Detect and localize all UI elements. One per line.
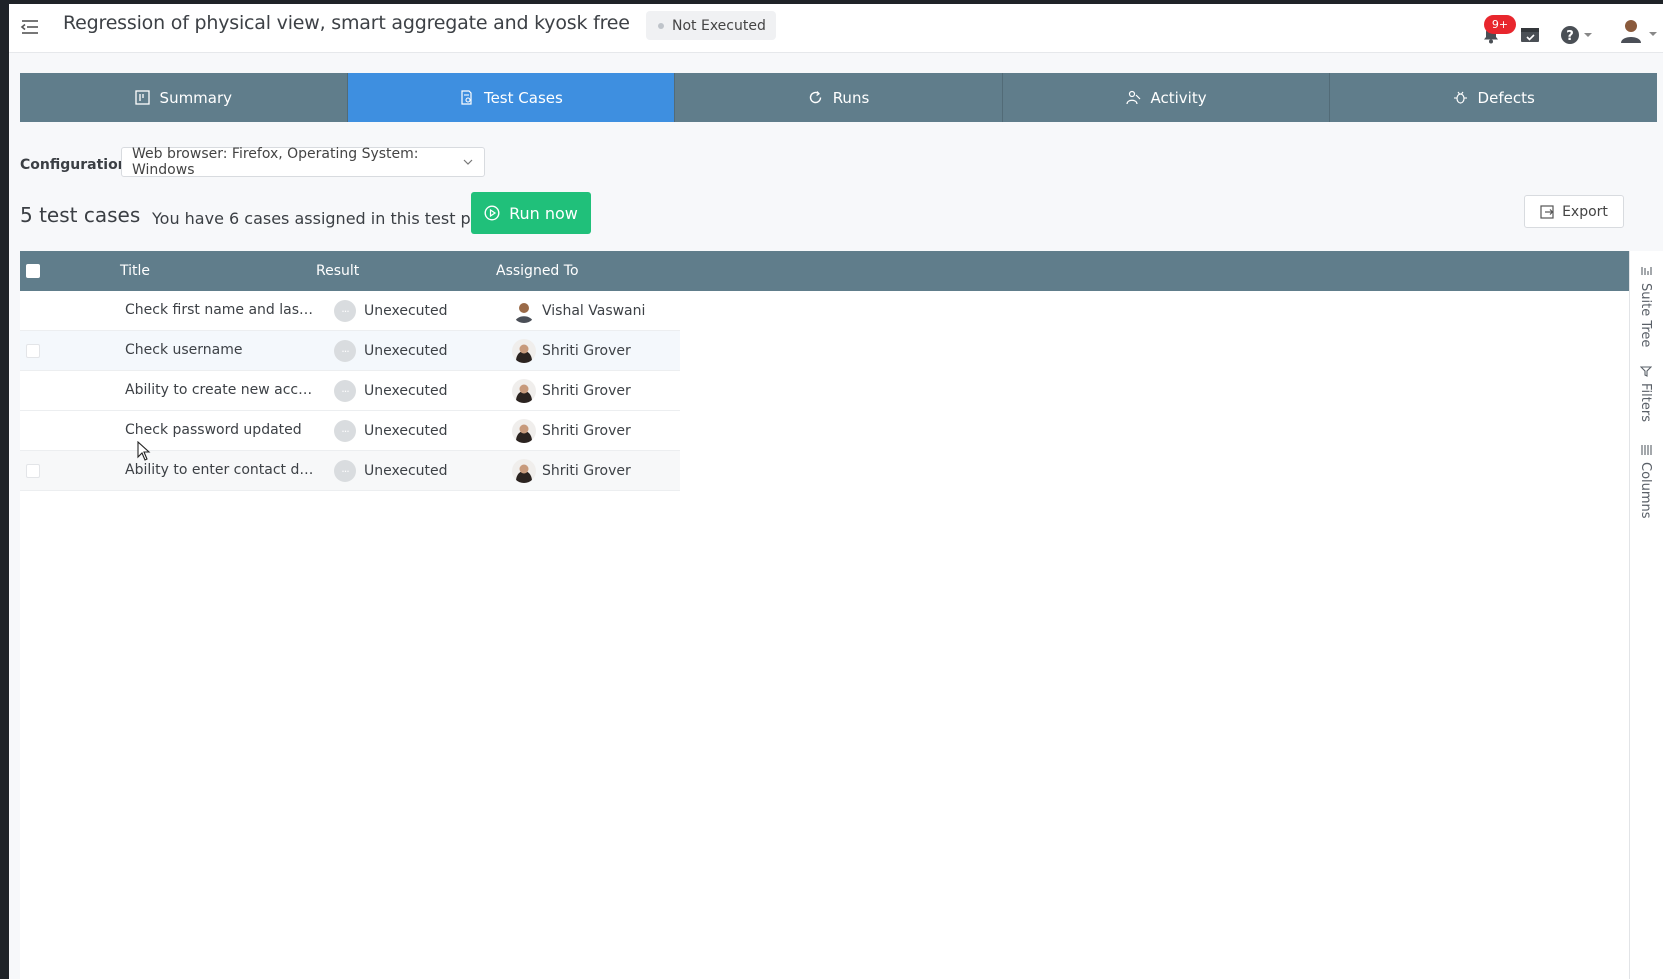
assignee-name: Shriti Grover	[542, 383, 631, 399]
avatar	[512, 379, 536, 403]
menu-toggle-icon[interactable]	[19, 16, 41, 38]
side-tab-label: Columns	[1638, 462, 1653, 519]
avatar	[512, 459, 536, 483]
column-header-assigned-to[interactable]: Assigned To	[496, 263, 579, 279]
tab-bar: Summary Test Cases Runs Activity Defects	[20, 73, 1657, 122]
avatar	[512, 299, 536, 323]
assignee-name: Vishal Vaswani	[542, 303, 646, 319]
unexecuted-status-icon: ···	[334, 380, 356, 402]
row-checkbox[interactable]	[26, 344, 40, 358]
status-text: Not Executed	[672, 17, 766, 34]
tab-label: Activity	[1150, 88, 1207, 107]
table-row[interactable]: Check username ··· Unexecuted Shriti Grov…	[20, 331, 680, 371]
configurations-label: Configurations	[20, 157, 136, 173]
bug-icon	[1453, 91, 1467, 104]
assignee-name: Shriti Grover	[542, 463, 631, 479]
row-result: ··· Unexecuted	[334, 460, 448, 482]
refresh-icon	[809, 91, 821, 104]
run-now-button[interactable]: Run now	[471, 192, 591, 234]
side-tab-suite-tree[interactable]: Suite Tree	[1638, 265, 1653, 347]
tab-summary[interactable]: Summary	[20, 73, 348, 122]
table-row[interactable]: Ability to enter contact de... ··· Unexec…	[20, 451, 680, 491]
result-text: Unexecuted	[364, 383, 448, 399]
row-title[interactable]: Check first name and last ...	[125, 302, 315, 318]
side-tab-columns[interactable]: Columns	[1638, 444, 1653, 519]
activity-icon	[1125, 90, 1140, 105]
tree-icon	[1640, 267, 1652, 275]
side-tab-label: Filters	[1638, 383, 1653, 422]
run-now-label: Run now	[509, 203, 578, 223]
status-badge: Not Executed	[646, 11, 776, 40]
row-title[interactable]: Ability to enter contact de...	[125, 462, 315, 478]
side-tool-panel: Suite Tree Filters Columns	[1629, 251, 1663, 979]
calendar-check-icon[interactable]	[1520, 26, 1540, 47]
row-assignee: Vishal Vaswani	[512, 299, 645, 323]
unexecuted-status-icon: ···	[334, 460, 356, 482]
select-all-checkbox[interactable]	[26, 264, 40, 278]
avatar	[512, 339, 536, 363]
play-circle-icon	[484, 205, 500, 221]
row-title[interactable]: Check password updated	[125, 422, 315, 438]
column-header-result[interactable]: Result	[316, 263, 359, 279]
side-tab-label: Suite Tree	[1638, 283, 1653, 348]
assignee-name: Shriti Grover	[542, 423, 631, 439]
tab-label: Summary	[159, 88, 233, 107]
table-row[interactable]: Check first name and last ... ··· Unexecu…	[20, 291, 680, 331]
assigned-cases-text: You have 6 cases assigned in this test p…	[152, 209, 496, 228]
tab-runs[interactable]: Runs	[675, 73, 1003, 122]
unexecuted-status-icon: ···	[334, 300, 356, 322]
export-button[interactable]: Export	[1524, 195, 1624, 228]
row-title[interactable]: Ability to create new acco...	[125, 382, 315, 398]
tab-defects[interactable]: Defects	[1330, 73, 1657, 122]
tab-label: Test Cases	[483, 88, 563, 107]
table-row[interactable]: Ability to create new acco... ··· Unexecu…	[20, 371, 680, 411]
tab-activity[interactable]: Activity	[1003, 73, 1331, 122]
result-text: Unexecuted	[364, 303, 448, 319]
row-assignee: Shriti Grover	[512, 459, 631, 483]
result-text: Unexecuted	[364, 463, 448, 479]
tab-label: Runs	[832, 88, 870, 107]
columns-icon	[1640, 445, 1652, 455]
row-assignee: Shriti Grover	[512, 419, 631, 443]
result-text: Unexecuted	[364, 343, 448, 359]
top-header: Regression of physical view, smart aggre…	[9, 4, 1663, 53]
row-result: ··· Unexecuted	[334, 340, 448, 362]
unexecuted-status-icon: ···	[334, 420, 356, 442]
row-checkbox[interactable]	[26, 464, 40, 478]
side-tab-filters[interactable]: Filters	[1638, 365, 1653, 422]
configuration-value: Web browser: Firefox, Operating System: …	[132, 146, 419, 178]
row-result: ··· Unexecuted	[334, 380, 448, 402]
export-icon	[1540, 204, 1554, 219]
configuration-select[interactable]: Web browser: Firefox, Operating System: …	[121, 146, 485, 178]
notification-badge: 9+	[1484, 15, 1516, 34]
chevron-down-icon	[463, 159, 473, 165]
test-case-table: Title Result Assigned To Check first nam…	[20, 251, 1629, 979]
row-assignee: Shriti Grover	[512, 339, 631, 363]
unexecuted-status-icon: ···	[334, 340, 356, 362]
row-title[interactable]: Check username	[125, 342, 315, 358]
test-case-count: 5 test cases	[20, 203, 141, 227]
tab-test-cases[interactable]: Test Cases	[347, 73, 676, 122]
table-row[interactable]: Check password updated ··· Unexecuted Shr…	[20, 411, 680, 451]
tab-label: Defects	[1477, 88, 1535, 107]
assignee-name: Shriti Grover	[542, 343, 631, 359]
svg-text:?: ?	[1566, 29, 1574, 44]
user-avatar-icon[interactable]	[1619, 17, 1659, 49]
test-case-icon	[461, 90, 472, 105]
filter-icon	[1639, 366, 1652, 377]
export-label: Export	[1562, 203, 1608, 220]
result-text: Unexecuted	[364, 423, 448, 439]
row-result: ··· Unexecuted	[334, 420, 448, 442]
row-assignee: Shriti Grover	[512, 379, 631, 403]
help-icon[interactable]: ?	[1560, 25, 1594, 49]
column-header-title[interactable]: Title	[120, 263, 150, 279]
table-header: Title Result Assigned To	[20, 251, 1629, 291]
page-title: Regression of physical view, smart aggre…	[63, 12, 630, 34]
summary-icon	[134, 90, 150, 105]
row-result: ··· Unexecuted	[334, 300, 448, 322]
avatar	[512, 419, 536, 443]
mouse-cursor-icon	[137, 440, 151, 465]
app-window: Regression of physical view, smart aggre…	[9, 4, 1663, 979]
status-dot	[658, 22, 664, 29]
